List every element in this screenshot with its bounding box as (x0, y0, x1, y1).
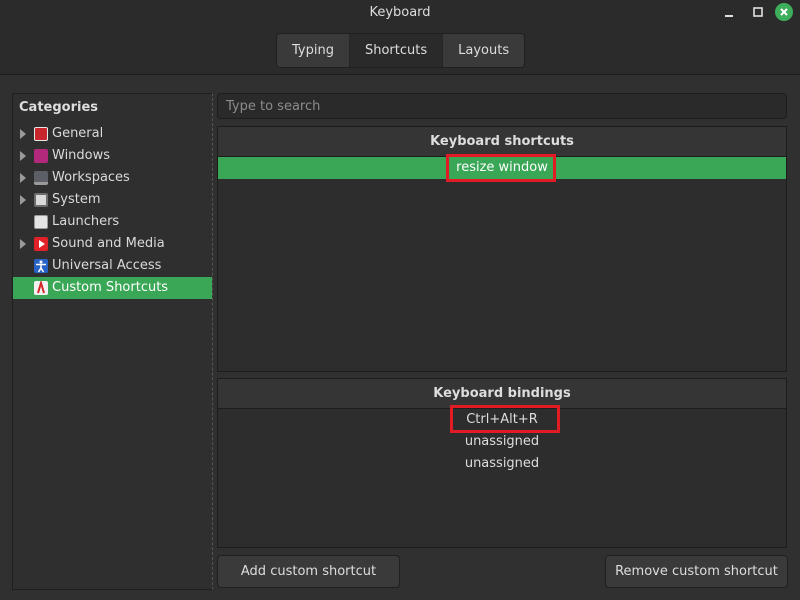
launchers-icon (34, 215, 48, 229)
category-launchers[interactable]: Launchers (13, 211, 212, 233)
expander-icon[interactable] (20, 151, 26, 161)
keyboard-shortcuts-header: Keyboard shortcuts (218, 127, 786, 157)
binding-row-1[interactable]: Ctrl+Alt+R (218, 409, 786, 431)
category-system[interactable]: System (13, 189, 212, 211)
category-windows[interactable]: Windows (13, 145, 212, 167)
workspaces-icon (34, 171, 48, 185)
general-icon (34, 127, 48, 141)
search-input[interactable] (217, 93, 787, 119)
close-icon[interactable] (775, 3, 793, 21)
binding-row-3[interactable]: unassigned (218, 453, 786, 475)
tab-bar: Typing Shortcuts Layouts (276, 33, 526, 68)
system-icon (34, 193, 48, 207)
category-label: Workspaces (52, 170, 130, 185)
tab-typing[interactable]: Typing (277, 34, 350, 67)
category-label: System (52, 192, 101, 207)
category-general[interactable]: General (13, 123, 212, 145)
expander-icon[interactable] (20, 239, 26, 249)
custom-shortcuts-icon (34, 281, 48, 295)
sound-media-icon (34, 237, 48, 251)
expander-icon[interactable] (20, 195, 26, 205)
keyboard-shortcuts-panel: Keyboard shortcuts resize window (217, 126, 787, 372)
windows-icon (34, 149, 48, 163)
categories-list: General Windows Workspaces System Launch… (13, 123, 212, 299)
category-custom-shortcuts[interactable]: Custom Shortcuts (13, 277, 212, 299)
category-sound-and-media[interactable]: Sound and Media (13, 233, 212, 255)
binding-label: unassigned (464, 434, 540, 449)
keyboard-bindings-header: Keyboard bindings (218, 379, 786, 409)
window-title: Keyboard (369, 5, 431, 20)
tab-layouts[interactable]: Layouts (443, 34, 525, 67)
categories-pane: Categories General Windows Workspaces Sy… (12, 93, 213, 590)
titlebar: Keyboard Typing Shortcuts Layouts (0, 0, 800, 75)
category-label: Sound and Media (52, 236, 165, 251)
binding-row-2[interactable]: unassigned (218, 431, 786, 453)
category-label: General (52, 126, 104, 141)
shortcut-label: resize window (456, 160, 548, 175)
universal-access-icon (34, 259, 48, 273)
categories-header: Categories (19, 100, 99, 115)
category-label: Windows (52, 148, 111, 163)
category-label: Launchers (52, 214, 120, 229)
add-custom-shortcut-button[interactable]: Add custom shortcut (217, 555, 400, 588)
keyboard-window: Keyboard Typing Shortcuts Layouts Catego… (0, 0, 800, 600)
expander-icon[interactable] (20, 173, 26, 183)
maximize-icon[interactable] (749, 3, 767, 21)
category-workspaces[interactable]: Workspaces (13, 167, 212, 189)
minimize-icon[interactable] (720, 3, 738, 21)
binding-label: unassigned (464, 456, 540, 471)
category-label: Universal Access (52, 258, 162, 273)
category-universal-access[interactable]: Universal Access (13, 255, 212, 277)
shortcut-row-resize-window[interactable]: resize window (218, 157, 786, 179)
category-label: Custom Shortcuts (52, 280, 169, 295)
binding-label: Ctrl+Alt+R (466, 412, 538, 427)
keyboard-bindings-panel: Keyboard bindings Ctrl+Alt+R unassigned … (217, 378, 787, 548)
remove-custom-shortcut-button[interactable]: Remove custom shortcut (605, 555, 788, 588)
tab-shortcuts[interactable]: Shortcuts (349, 34, 444, 67)
expander-icon[interactable] (20, 129, 26, 139)
